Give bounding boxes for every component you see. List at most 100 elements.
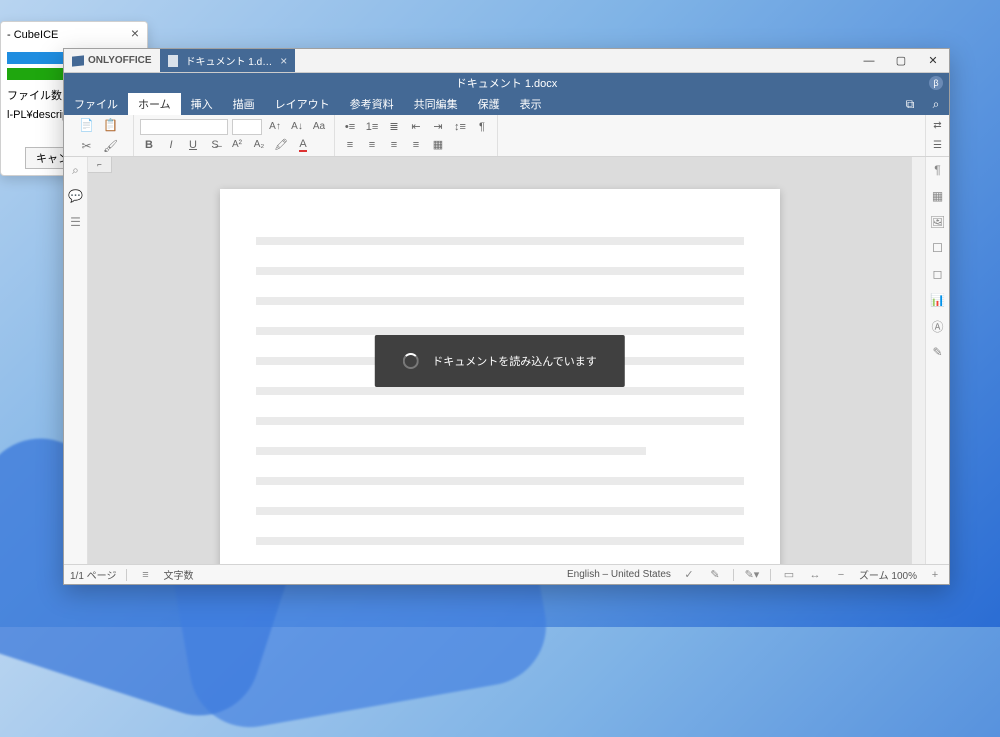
headings-panel-icon[interactable]: ☰ bbox=[69, 215, 83, 229]
onlyoffice-logo-text: ONLYOFFICE bbox=[88, 55, 152, 66]
menu-layout[interactable]: レイアウト bbox=[265, 93, 340, 115]
cubeice-title-text: - CubeICE bbox=[7, 29, 58, 41]
font-group: A↑ A↓ Aa B I U S̶ A² A₂ 🖍 A bbox=[134, 115, 335, 156]
page-indicator[interactable]: 1/1 ページ bbox=[70, 567, 116, 582]
spellcheck-icon[interactable]: ✓ bbox=[681, 568, 697, 582]
placeholder-line bbox=[256, 267, 744, 275]
paragraph-mark-icon[interactable]: ¶ bbox=[473, 119, 491, 135]
statusbar: 1/1 ページ ≡ 文字数 English – United States ✓ … bbox=[64, 564, 949, 584]
document-canvas[interactable]: ⌐ ドキュメントを読み込んでいます bbox=[88, 157, 911, 564]
zoom-out-icon[interactable]: − bbox=[833, 568, 849, 582]
wordcount-label[interactable]: 文字数 bbox=[163, 567, 193, 582]
titlebar: ドキュメント 1.docx β bbox=[64, 73, 949, 93]
increase-indent-icon[interactable]: ⇥ bbox=[429, 119, 447, 135]
window-tabstrip: ONLYOFFICE ドキュメント 1.d… × — ▢ ✕ bbox=[64, 49, 949, 73]
fit-width-icon[interactable]: ↔ bbox=[807, 568, 823, 582]
placeholder-line bbox=[256, 417, 744, 425]
numbering-icon[interactable]: 1≡ bbox=[363, 119, 381, 135]
trackchanges-icon[interactable]: ✎ bbox=[707, 568, 723, 582]
toolbar: 📄 📋 ✂ 🖌 A↑ A↓ Aa B I U S̶ A² A₂ 🖍 A bbox=[64, 115, 949, 157]
increase-font-icon[interactable]: A↑ bbox=[266, 119, 284, 135]
paste-icon[interactable]: 📋 bbox=[101, 117, 121, 133]
superscript-icon[interactable]: A² bbox=[228, 137, 246, 153]
zoom-level[interactable]: ズーム 100% bbox=[859, 567, 917, 582]
multilevel-icon[interactable]: ≣ bbox=[385, 119, 403, 135]
maximize-button[interactable]: ▢ bbox=[885, 49, 917, 72]
decrease-indent-icon[interactable]: ⇤ bbox=[407, 119, 425, 135]
menu-references[interactable]: 参考資料 bbox=[340, 93, 404, 115]
ruler-corner: ⌐ bbox=[88, 157, 112, 173]
menu-collab[interactable]: 共同編集 bbox=[404, 93, 468, 115]
menubar: ファイル ホーム 挿入 描画 レイアウト 参考資料 共同編集 保護 表示 ⧉ ⌕ bbox=[64, 93, 949, 115]
trackchanges-dropdown-icon[interactable]: ✎▾ bbox=[744, 568, 760, 582]
chart-settings-icon[interactable]: 📊 bbox=[931, 293, 945, 307]
loading-overlay: ドキュメントを読み込んでいます bbox=[374, 335, 624, 387]
wordcount-icon: ≡ bbox=[137, 568, 153, 582]
paragraph-group: •≡ 1≡ ≣ ⇤ ⇥ ↕≡ ¶ ≡ ≡ ≡ ≡ ▦ bbox=[335, 115, 498, 156]
menu-protect[interactable]: 保護 bbox=[468, 93, 510, 115]
italic-icon[interactable]: I bbox=[162, 137, 180, 153]
placeholder-line bbox=[256, 507, 744, 515]
search-icon[interactable]: ⌕ bbox=[923, 93, 949, 115]
bold-icon[interactable]: B bbox=[140, 137, 158, 153]
bullets-icon[interactable]: •≡ bbox=[341, 119, 359, 135]
cut-icon[interactable]: ✂ bbox=[77, 138, 97, 154]
align-left-icon[interactable]: ≡ bbox=[341, 137, 359, 153]
placeholder-line bbox=[256, 447, 646, 455]
user-avatar[interactable]: β bbox=[929, 76, 943, 90]
table-settings-icon[interactable]: ▦ bbox=[931, 189, 945, 203]
align-right-icon[interactable]: ≡ bbox=[385, 137, 403, 153]
select-all-icon[interactable]: ☰ bbox=[929, 138, 947, 154]
header-settings-icon[interactable]: ☐ bbox=[931, 241, 945, 255]
justify-icon[interactable]: ≡ bbox=[407, 137, 425, 153]
zoom-in-icon[interactable]: + bbox=[927, 568, 943, 582]
change-case-icon[interactable]: Aa bbox=[310, 119, 328, 135]
spinner-icon bbox=[402, 353, 418, 369]
close-icon[interactable]: × bbox=[131, 25, 139, 41]
onlyoffice-logo[interactable]: ONLYOFFICE bbox=[64, 49, 160, 72]
loading-text: ドキュメントを読み込んでいます bbox=[432, 353, 596, 369]
align-center-icon[interactable]: ≡ bbox=[363, 137, 381, 153]
image-settings-icon[interactable]: 🖼 bbox=[931, 215, 945, 229]
placeholder-line bbox=[256, 237, 744, 245]
content-area: ⌕ 💬 ☰ ⌐ ドキュメントを読み込んでいます bbox=[64, 157, 949, 564]
shape-settings-icon[interactable]: ◻ bbox=[931, 267, 945, 281]
decrease-font-icon[interactable]: A↓ bbox=[288, 119, 306, 135]
open-location-icon[interactable]: ⧉ bbox=[897, 93, 923, 115]
language-indicator[interactable]: English – United States bbox=[567, 569, 671, 580]
textart-settings-icon[interactable]: Ⓐ bbox=[931, 319, 945, 333]
shading-icon[interactable]: ▦ bbox=[429, 137, 447, 153]
cubeice-titlebar[interactable]: - CubeICE × bbox=[1, 22, 147, 48]
subscript-icon[interactable]: A₂ bbox=[250, 137, 268, 153]
signature-icon[interactable]: ✎ bbox=[931, 345, 945, 359]
menu-draw[interactable]: 描画 bbox=[223, 93, 265, 115]
onlyoffice-window: ONLYOFFICE ドキュメント 1.d… × — ▢ ✕ ドキュメント 1.… bbox=[63, 48, 950, 585]
placeholder-line bbox=[256, 297, 744, 305]
strike-icon[interactable]: S̶ bbox=[206, 137, 224, 153]
paragraph-settings-icon[interactable]: ¶ bbox=[931, 163, 945, 177]
menu-view[interactable]: 表示 bbox=[510, 93, 552, 115]
close-button[interactable]: ✕ bbox=[917, 49, 949, 72]
menu-home[interactable]: ホーム bbox=[128, 93, 181, 115]
font-color-icon[interactable]: A bbox=[294, 137, 312, 153]
replace-icon[interactable]: ⇄ bbox=[929, 117, 947, 133]
minimize-button[interactable]: — bbox=[853, 49, 885, 72]
close-tab-icon[interactable]: × bbox=[280, 54, 287, 68]
underline-icon[interactable]: U bbox=[184, 137, 202, 153]
comments-panel-icon[interactable]: 💬 bbox=[69, 189, 83, 203]
font-name-select[interactable] bbox=[140, 119, 228, 135]
menu-insert[interactable]: 挿入 bbox=[181, 93, 223, 115]
vertical-scrollbar[interactable] bbox=[911, 157, 925, 564]
highlight-icon[interactable]: 🖍 bbox=[272, 137, 290, 153]
search-panel-icon[interactable]: ⌕ bbox=[69, 163, 83, 177]
line-spacing-icon[interactable]: ↕≡ bbox=[451, 119, 469, 135]
copy-icon[interactable]: 📄 bbox=[77, 117, 97, 133]
onlyoffice-logo-icon bbox=[72, 55, 84, 66]
document-tab[interactable]: ドキュメント 1.d… × bbox=[160, 49, 296, 72]
right-sidebar: ¶ ▦ 🖼 ☐ ◻ 📊 Ⓐ ✎ bbox=[925, 157, 949, 564]
document-tab-label: ドキュメント 1.d… bbox=[186, 53, 273, 68]
font-size-select[interactable] bbox=[232, 119, 262, 135]
fit-page-icon[interactable]: ▭ bbox=[781, 568, 797, 582]
format-painter-icon[interactable]: 🖌 bbox=[101, 138, 121, 154]
menu-file[interactable]: ファイル bbox=[64, 93, 128, 115]
